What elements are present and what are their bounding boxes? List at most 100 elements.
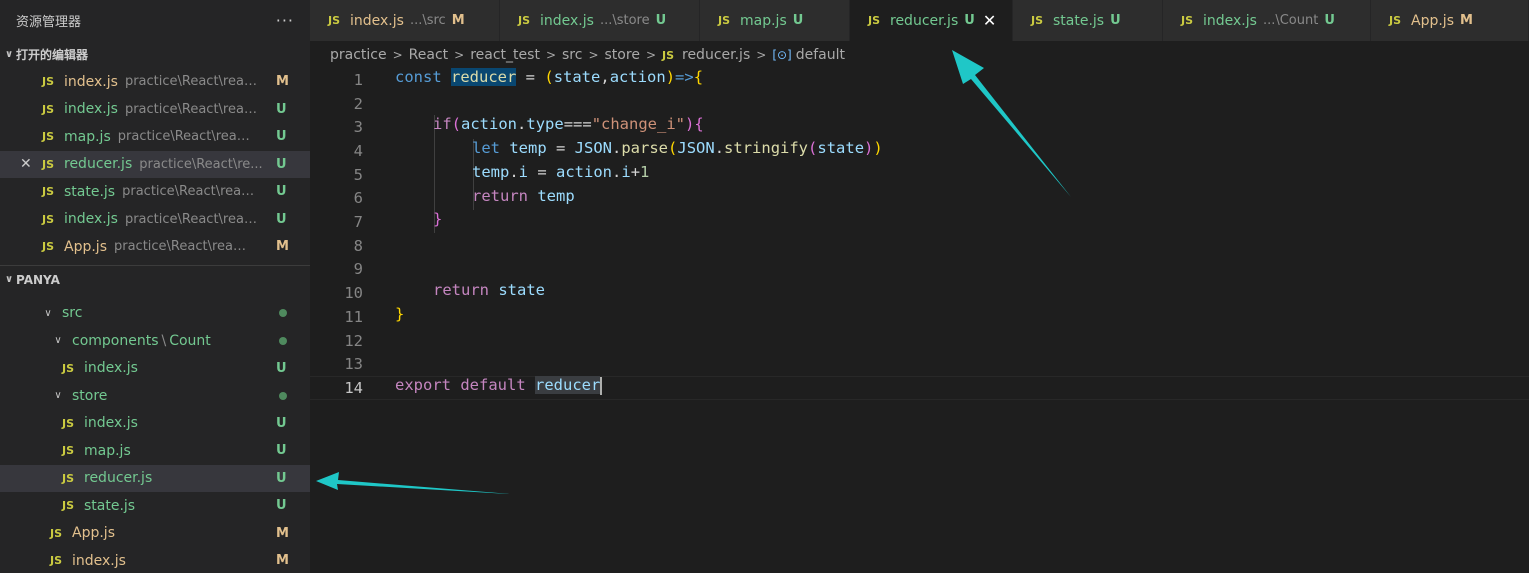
js-file-icon: JS: [42, 102, 55, 116]
line-number: 5: [353, 165, 363, 184]
tree-file-app[interactable]: JS App.js M: [0, 520, 310, 548]
tab-filename: reducer.js: [890, 12, 959, 29]
editor-tab-bar: JS index.js ...\src M JS index.js ...\store U JS…: [310, 0, 1529, 41]
code-line-4: let temp = JSON.parse(JSON.stringify(sta…: [472, 139, 883, 158]
open-editor-item[interactable]: ✕JSmap.jspractice\React\react_...U: [0, 123, 310, 151]
folder-label: src: [62, 305, 83, 322]
line-number: 14: [344, 378, 363, 397]
editor-tab[interactable]: JS index.js ...\Count U: [1163, 0, 1371, 41]
breadcrumb-item[interactable]: react_test: [470, 47, 540, 63]
line-number: 12: [344, 331, 363, 350]
open-editors-header[interactable]: ∨ 打开的编辑器: [0, 40, 310, 68]
js-file-icon: JS: [42, 185, 55, 199]
js-file-icon: JS: [42, 212, 55, 226]
editor-tab[interactable]: JS map.js U: [700, 0, 850, 41]
tree-file-store-item[interactable]: JS state.js U: [0, 492, 310, 520]
tree-folder-src[interactable]: ∨ src: [0, 300, 310, 328]
breadcrumb-file[interactable]: reducer.js: [682, 47, 750, 63]
tab-filename: index.js: [350, 12, 404, 29]
code-editor[interactable]: 1 2 3 4 5 6 7 8 9 10 11 12 13 14 const reducer = (sta…: [310, 68, 1529, 573]
file-label: index.js: [84, 415, 138, 432]
tab-filename: App.js: [1411, 12, 1454, 29]
chevron-down-icon: ∨: [4, 48, 14, 60]
close-icon[interactable]: ✕: [20, 156, 42, 172]
breadcrumb-item[interactable]: src: [562, 47, 582, 63]
open-editor-item[interactable]: ✕JSApp.jspractice\React\react_...M: [0, 233, 310, 261]
open-editor-path: practice\React\react_...: [117, 129, 256, 145]
symbol-variable-icon: [⊙]: [772, 48, 792, 62]
editor-line: 8: [310, 234, 1529, 258]
modified-dot-icon: [279, 336, 287, 345]
code-line-6: return temp: [472, 186, 575, 205]
open-editor-path: practice\React\react...: [124, 101, 263, 117]
open-editor-item[interactable]: ✕JSindex.jspractice\React\react...U: [0, 206, 310, 234]
code-line-1: const reducer = (state,action)=>{: [395, 68, 704, 86]
modified-dot-icon: [279, 309, 287, 318]
editor-tab[interactable]: JS reducer.js U ✕: [850, 0, 1013, 41]
chevron-down-icon: ∨: [4, 274, 14, 285]
js-file-icon: JS: [42, 75, 55, 89]
close-tab-icon[interactable]: ✕: [983, 11, 996, 30]
js-file-icon: JS: [42, 240, 55, 254]
tree-folder-components-count[interactable]: ∨ components \ Count: [0, 327, 310, 355]
tree-file-store-item[interactable]: JS index.js U: [0, 410, 310, 438]
js-file-icon: JS: [50, 554, 63, 568]
open-editor-path: practice\React\re...: [139, 156, 263, 172]
breadcrumb-item[interactable]: practice: [330, 47, 387, 63]
git-status-badge: U: [1110, 13, 1121, 28]
editor-line: 11: [310, 305, 1529, 329]
code-line-3: if(action.type==="change_i"){: [433, 115, 704, 134]
open-editor-filename: reducer.js: [64, 156, 133, 173]
open-editor-item[interactable]: ✕ JS reducer.js practice\React\re... U: [0, 150, 310, 178]
editor-tab[interactable]: JS state.js U: [1013, 0, 1163, 41]
store-file-list: JS index.js U JS map.js U JS reducer.js U JS state…: [0, 410, 310, 520]
editor-tab[interactable]: JS index.js ...\src M: [310, 0, 500, 41]
editor-tab[interactable]: JS index.js ...\store U: [500, 0, 700, 41]
open-editor-filename: map.js: [64, 128, 111, 145]
editor-tab[interactable]: JS App.js M: [1371, 0, 1529, 41]
modified-badge: M: [276, 525, 289, 541]
code-line-7: }: [433, 210, 443, 229]
tab-filename: index.js: [1203, 12, 1257, 29]
js-file-icon: JS: [1389, 14, 1402, 27]
tree-folder-store[interactable]: ∨ store: [0, 382, 310, 410]
tab-path: ...\store: [599, 13, 650, 28]
workspace-title: PANYA: [16, 272, 60, 287]
open-editor-item[interactable]: ✕JSstate.jspractice\React\react...U: [0, 178, 310, 206]
more-actions-icon[interactable]: ···: [276, 11, 294, 30]
line-number: 10: [344, 284, 363, 303]
line-number: 9: [353, 260, 363, 279]
line-number: 13: [344, 355, 363, 374]
open-editor-item[interactable]: ✕JSindex.jspractice\React\react...U: [0, 96, 310, 124]
tree-file-store-item[interactable]: JS map.js U: [0, 437, 310, 465]
tree-file-index[interactable]: JS index.js M: [0, 547, 310, 573]
file-label: App.js: [72, 525, 115, 542]
code-line-11: }: [395, 305, 405, 323]
line-number: 4: [353, 141, 363, 160]
line-number: 7: [353, 213, 363, 232]
code-line-14: export default reducer: [395, 376, 603, 395]
path-separator: \: [161, 332, 167, 349]
chevron-down-icon: ∨: [54, 390, 62, 402]
open-editors-list: ✕JSindex.jspractice\React\reac...M✕JSind…: [0, 68, 310, 261]
git-status-badge: U: [964, 13, 975, 28]
breadcrumb-item[interactable]: store: [605, 47, 640, 63]
editor-line: 2: [310, 92, 1529, 116]
editor-line: 7: [310, 210, 1529, 234]
line-number: 2: [353, 94, 363, 113]
folder-label: Count: [169, 332, 211, 349]
code-line-10: return state: [433, 281, 546, 300]
tree-file-count-index[interactable]: JS index.js U: [0, 355, 310, 383]
tab-filename: index.js: [540, 12, 594, 29]
breadcrumb-symbol[interactable]: default: [796, 47, 845, 63]
tab-filename: map.js: [740, 12, 787, 29]
workspace-header[interactable]: ∨ PANYA: [0, 266, 310, 294]
git-status-badge: U: [655, 13, 667, 28]
tree-file-store-item[interactable]: JS reducer.js U: [0, 464, 310, 492]
open-editor-item[interactable]: ✕JSindex.jspractice\React\reac...M: [0, 68, 310, 96]
folder-label: components: [72, 332, 159, 349]
line-number: 11: [344, 307, 363, 326]
breadcrumb-item[interactable]: React: [409, 47, 448, 63]
git-status-badge: U: [276, 211, 287, 227]
untracked-badge: U: [276, 498, 287, 514]
